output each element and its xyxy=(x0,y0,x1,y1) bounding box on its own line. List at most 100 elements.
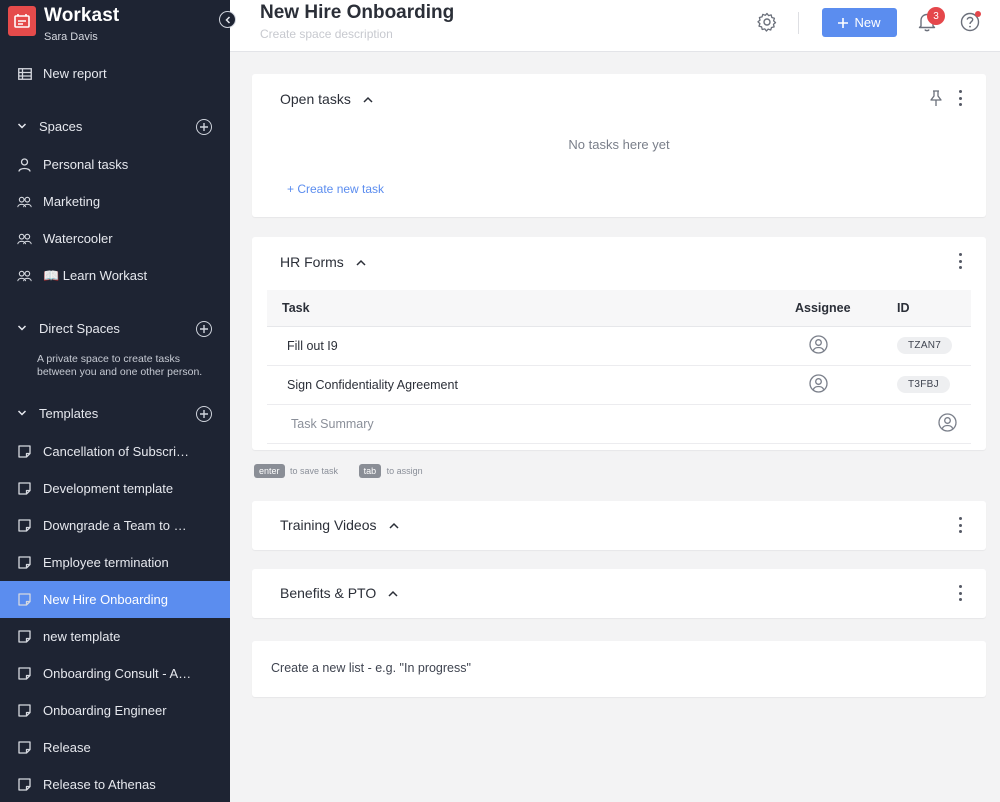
sidebar-item-label: Cancellation of Subscription xyxy=(43,444,193,459)
table-icon xyxy=(17,66,32,81)
spaces-label: Spaces xyxy=(39,119,83,134)
list-more-menu-icon[interactable] xyxy=(955,253,965,269)
sidebar-item-template[interactable]: Downgrade a Team to Free xyxy=(0,507,230,544)
spaces-section-header[interactable]: Spaces xyxy=(0,112,230,142)
sidebar: Workast Sara Davis New report Spaces Per… xyxy=(0,0,236,802)
sidebar-item-label: Downgrade a Team to Free xyxy=(43,518,193,533)
task-name[interactable]: Fill out I9 xyxy=(267,326,795,366)
gear-icon[interactable] xyxy=(757,12,777,32)
table-header-row: Task Assignee ID xyxy=(267,290,971,327)
list-title-label: Benefits & PTO xyxy=(280,585,377,601)
people-icon xyxy=(17,268,32,283)
chevron-up-icon xyxy=(388,590,398,597)
assignee-cell[interactable] xyxy=(795,365,897,405)
direct-spaces-section-header[interactable]: Direct Spaces xyxy=(0,314,230,344)
person-icon xyxy=(17,157,32,172)
list-title-label: HR Forms xyxy=(280,254,344,270)
chevron-down-icon xyxy=(17,123,27,129)
note-icon xyxy=(17,777,32,792)
list-hr-forms: HR Forms Task Assignee ID Fill out I9 TZ… xyxy=(252,237,986,450)
note-icon xyxy=(17,555,32,570)
header-divider xyxy=(798,12,799,34)
chevron-up-icon xyxy=(388,522,399,529)
sidebar-item-template[interactable]: Development template xyxy=(0,470,230,507)
plus-icon xyxy=(200,325,208,333)
sidebar-item-learn-workast[interactable]: 📖 Learn Workast xyxy=(0,257,230,294)
list-title-label: Open tasks xyxy=(280,91,351,107)
sidebar-item-label: Release to Athenas xyxy=(43,777,156,792)
sidebar-item-label: Onboarding Engineer xyxy=(43,703,167,718)
table-row[interactable]: Sign Confidentiality Agreement T3FBJ xyxy=(267,365,971,405)
note-icon xyxy=(17,703,32,718)
sidebar-item-template[interactable]: Release to Athenas xyxy=(0,766,230,802)
page-title[interactable]: New Hire Onboarding xyxy=(260,2,454,24)
add-template-button[interactable] xyxy=(196,406,212,422)
new-report-label: New report xyxy=(43,66,107,81)
new-list-input[interactable]: Create a new list - e.g. "In progress" xyxy=(271,661,471,675)
sidebar-item-template[interactable]: Cancellation of Subscription xyxy=(0,433,230,470)
new-button[interactable]: New xyxy=(822,8,897,37)
task-name[interactable]: Sign Confidentiality Agreement xyxy=(267,365,795,405)
sidebar-item-personal-tasks[interactable]: Personal tasks xyxy=(0,146,230,183)
brand-header[interactable]: Workast Sara Davis xyxy=(8,5,230,46)
note-icon xyxy=(17,629,32,644)
tab-hint-text: to assign xyxy=(386,466,423,476)
unassigned-user-icon xyxy=(809,334,828,354)
sidebar-item-label: Watercooler xyxy=(43,231,113,246)
list-benefits-pto: Benefits & PTO xyxy=(252,569,986,618)
sidebar-item-label: Personal tasks xyxy=(43,157,129,172)
list-training-videos: Training Videos xyxy=(252,501,986,550)
column-header-task[interactable]: Task xyxy=(267,290,795,327)
table-row[interactable]: Fill out I9 TZAN7 xyxy=(267,326,971,366)
pin-icon[interactable] xyxy=(929,90,943,107)
sidebar-item-marketing[interactable]: Marketing xyxy=(0,183,230,220)
sidebar-item-template[interactable]: Onboarding Consult - Account xyxy=(0,655,230,692)
assign-user-icon xyxy=(938,412,957,432)
list-title-open-tasks[interactable]: Open tasks xyxy=(280,91,373,107)
column-header-id[interactable]: ID xyxy=(897,290,971,327)
space-description-input[interactable]: Create space description xyxy=(260,27,393,41)
list-title-training-videos[interactable]: Training Videos xyxy=(280,517,399,533)
column-header-assignee[interactable]: Assignee xyxy=(795,290,897,327)
app-name: Workast xyxy=(44,5,120,26)
new-button-label: New xyxy=(854,15,881,30)
direct-spaces-label: Direct Spaces xyxy=(39,321,120,336)
new-task-row[interactable]: Task Summary xyxy=(267,404,971,444)
empty-list-message: No tasks here yet xyxy=(568,137,670,152)
note-icon xyxy=(17,444,32,459)
sidebar-item-label: Employee termination xyxy=(43,555,169,570)
keyboard-hints: enter to save task tab to assign xyxy=(254,464,423,484)
list-more-menu-icon[interactable] xyxy=(955,585,965,601)
sidebar-item-template[interactable]: Release xyxy=(0,729,230,766)
help-indicator-dot xyxy=(975,11,981,17)
add-space-button[interactable] xyxy=(196,119,212,135)
sidebar-item-template[interactable]: new template xyxy=(0,618,230,655)
note-icon xyxy=(17,740,32,755)
task-id-badge: TZAN7 xyxy=(897,337,953,354)
sidebar-item-label: Marketing xyxy=(43,194,101,209)
list-title-hr-forms[interactable]: HR Forms xyxy=(280,254,366,270)
chevron-left-icon xyxy=(224,15,230,24)
create-new-task-link[interactable]: + Create new task xyxy=(287,182,384,196)
assignee-cell[interactable] xyxy=(795,326,897,366)
new-report-link[interactable]: New report xyxy=(0,55,230,92)
sidebar-item-watercooler[interactable]: Watercooler xyxy=(0,220,230,257)
add-direct-space-button[interactable] xyxy=(196,321,212,337)
sidebar-item-template[interactable]: Onboarding Engineer xyxy=(0,692,230,729)
assign-cell[interactable] xyxy=(897,404,971,444)
collapse-sidebar-button[interactable] xyxy=(219,11,236,28)
list-more-menu-icon[interactable] xyxy=(955,517,965,533)
people-icon xyxy=(17,231,32,246)
chevron-down-icon xyxy=(17,325,27,331)
list-title-label: Training Videos xyxy=(280,517,377,533)
sidebar-item-template[interactable]: New Hire Onboarding xyxy=(0,581,230,618)
templates-section-header[interactable]: Templates xyxy=(0,399,230,429)
tasks-table: Task Assignee ID Fill out I9 TZAN7 Sign … xyxy=(267,290,971,444)
direct-spaces-note: A private space to create tasks between … xyxy=(37,353,203,378)
sidebar-item-template[interactable]: Employee termination xyxy=(0,544,230,581)
list-more-menu-icon[interactable] xyxy=(955,90,965,106)
id-cell: T3FBJ xyxy=(897,365,971,405)
sidebar-item-label: Development template xyxy=(43,481,174,496)
task-summary-input[interactable]: Task Summary xyxy=(267,404,897,444)
list-title-benefits-pto[interactable]: Benefits & PTO xyxy=(280,585,398,601)
